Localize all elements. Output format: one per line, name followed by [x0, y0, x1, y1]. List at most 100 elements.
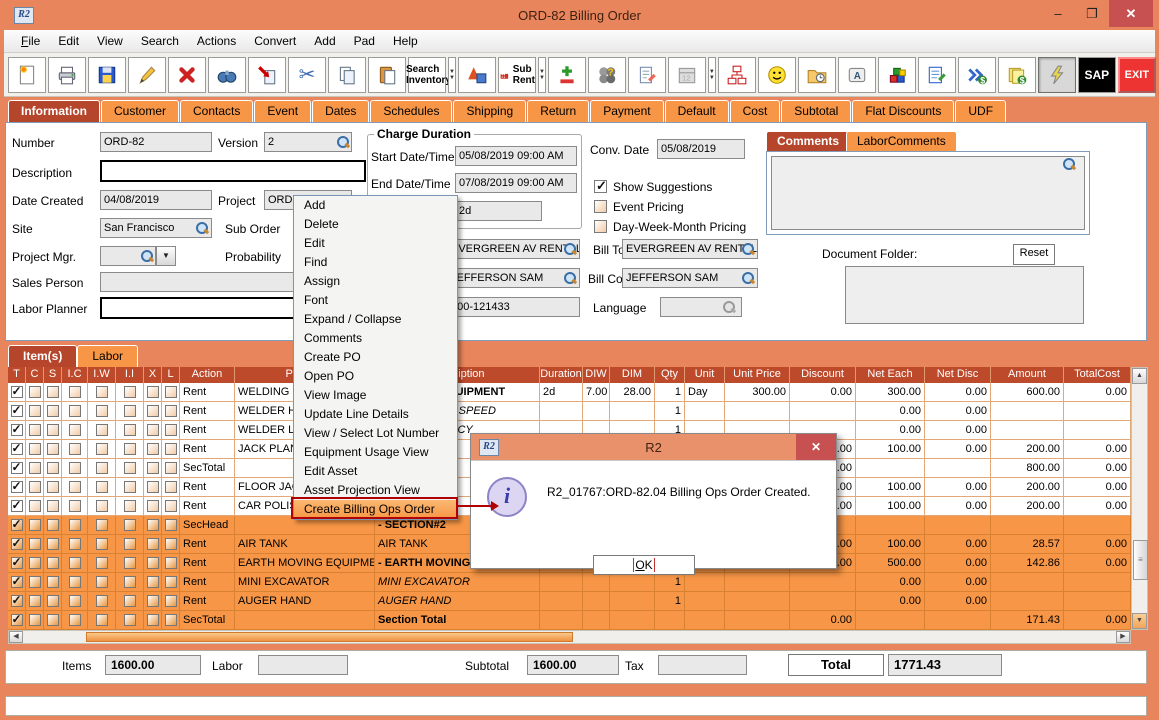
- row-checkbox[interactable]: [11, 405, 23, 417]
- tab-information[interactable]: Information: [8, 100, 100, 122]
- row-checkbox[interactable]: [96, 595, 108, 607]
- row-checkbox[interactable]: [69, 595, 81, 607]
- row-checkbox[interactable]: [165, 424, 177, 436]
- row-checkbox[interactable]: [47, 538, 59, 550]
- tab-flat-discounts[interactable]: Flat Discounts: [852, 100, 954, 122]
- row-checkbox[interactable]: [47, 614, 59, 626]
- item-tab-item-s-[interactable]: Item(s): [8, 345, 77, 368]
- ok-button[interactable]: OK: [593, 555, 695, 575]
- context-menu-item-view-select-lot-number[interactable]: View / Select Lot Number: [294, 424, 457, 443]
- column-header-t[interactable]: T: [8, 367, 26, 383]
- row-checkbox[interactable]: [96, 462, 108, 474]
- end-datetime-field[interactable]: 07/08/2019 09:00 AM: [455, 173, 577, 193]
- scroll-down-icon[interactable]: ▼: [1132, 613, 1147, 629]
- notepad-edit-icon[interactable]: [628, 57, 666, 93]
- column-header-c[interactable]: C: [26, 367, 44, 383]
- row-checkbox[interactable]: [124, 481, 136, 493]
- tab-labor-comments[interactable]: LaborComments: [846, 131, 957, 152]
- context-menu-item-find[interactable]: Find: [294, 253, 457, 272]
- comments-box[interactable]: [771, 156, 1085, 230]
- menu-actions[interactable]: Actions: [188, 32, 245, 50]
- convert-icon[interactable]: [458, 57, 496, 93]
- customer-search-icon[interactable]: [563, 242, 577, 256]
- project-mgr-search-icon[interactable]: [140, 249, 154, 263]
- context-menu-item-delete[interactable]: Delete: [294, 215, 457, 234]
- search-inventory-button[interactable]: SearchInventory: [408, 57, 446, 93]
- column-header-unit-price[interactable]: Unit Price: [725, 367, 790, 383]
- column-header-s[interactable]: S: [44, 367, 62, 383]
- row-checkbox[interactable]: [29, 595, 41, 607]
- checkbox-event-pricing[interactable]: [594, 200, 607, 213]
- row-checkbox[interactable]: [124, 443, 136, 455]
- row-checkbox[interactable]: [69, 481, 81, 493]
- row-checkbox[interactable]: [124, 538, 136, 550]
- sap-button[interactable]: SAP: [1078, 57, 1116, 93]
- row-checkbox[interactable]: [29, 462, 41, 474]
- reset-button[interactable]: Reset: [1013, 244, 1055, 265]
- row-checkbox[interactable]: [147, 595, 159, 607]
- column-header-amount[interactable]: Amount: [991, 367, 1064, 383]
- row-checkbox[interactable]: [96, 614, 108, 626]
- row-checkbox[interactable]: [124, 576, 136, 588]
- column-header-dim[interactable]: DIM: [610, 367, 655, 383]
- row-checkbox[interactable]: [69, 538, 81, 550]
- row-checkbox[interactable]: [147, 462, 159, 474]
- tab-default[interactable]: Default: [665, 100, 729, 122]
- checkbox-day-week-month-pricing[interactable]: [594, 220, 607, 233]
- row-checkbox[interactable]: [147, 500, 159, 512]
- context-menu-item-update-line-details[interactable]: Update Line Details: [294, 405, 457, 424]
- row-checkbox[interactable]: [147, 405, 159, 417]
- row-checkbox[interactable]: [165, 500, 177, 512]
- row-checkbox[interactable]: [29, 614, 41, 626]
- row-checkbox[interactable]: [69, 614, 81, 626]
- row-checkbox[interactable]: [47, 500, 59, 512]
- row-checkbox[interactable]: [47, 519, 59, 531]
- new-document-icon[interactable]: [8, 57, 46, 93]
- row-checkbox[interactable]: [47, 386, 59, 398]
- row-checkbox[interactable]: [147, 386, 159, 398]
- conv-date-field[interactable]: 05/08/2019: [657, 139, 745, 159]
- tab-customer[interactable]: Customer: [101, 100, 179, 122]
- context-menu-item-font[interactable]: Font: [294, 291, 457, 310]
- row-checkbox[interactable]: [69, 443, 81, 455]
- dropdown-arrows-icon[interactable]: ▼▼: [708, 57, 716, 93]
- row-checkbox[interactable]: [165, 576, 177, 588]
- add-remove-icon[interactable]: [548, 57, 586, 93]
- row-checkbox[interactable]: [124, 386, 136, 398]
- paste-icon[interactable]: [368, 57, 406, 93]
- tab-udf[interactable]: UDF: [955, 100, 1006, 122]
- exit-button[interactable]: EXIT: [1118, 57, 1156, 93]
- row-checkbox[interactable]: [11, 538, 23, 550]
- tab-return[interactable]: Return: [527, 100, 589, 122]
- row-checkbox[interactable]: [69, 500, 81, 512]
- customer-field[interactable]: EVERGREEN AV RENTALS: [447, 239, 580, 259]
- menu-convert[interactable]: Convert: [245, 32, 305, 50]
- row-checkbox[interactable]: [124, 462, 136, 474]
- maximize-button[interactable]: ❐: [1075, 0, 1109, 27]
- context-menu-item-view-image[interactable]: View Image: [294, 386, 457, 405]
- context-menu-item-open-po[interactable]: Open PO: [294, 367, 457, 386]
- number-field[interactable]: ORD-82: [100, 132, 212, 152]
- context-menu-item-assign[interactable]: Assign: [294, 272, 457, 291]
- column-header-diw[interactable]: DIW: [583, 367, 610, 383]
- row-checkbox[interactable]: [165, 386, 177, 398]
- tab-event[interactable]: Event: [254, 100, 311, 122]
- tab-schedules[interactable]: Schedules: [370, 100, 452, 122]
- row-checkbox[interactable]: [47, 595, 59, 607]
- row-checkbox[interactable]: [96, 386, 108, 398]
- row-checkbox[interactable]: [29, 519, 41, 531]
- row-checkbox[interactable]: [147, 538, 159, 550]
- context-menu-item-equipment-usage-view[interactable]: Equipment Usage View: [294, 443, 457, 462]
- print-icon[interactable]: [48, 57, 86, 93]
- site-search-icon[interactable]: [195, 221, 209, 235]
- row-checkbox[interactable]: [47, 576, 59, 588]
- start-datetime-field[interactable]: 05/08/2019 09:00 AM: [455, 146, 577, 166]
- row-checkbox[interactable]: [11, 462, 23, 474]
- menu-add[interactable]: Add: [305, 32, 344, 50]
- row-checkbox[interactable]: [11, 519, 23, 531]
- context-menu-item-edit[interactable]: Edit: [294, 234, 457, 253]
- find-binoculars-icon[interactable]: [208, 57, 246, 93]
- context-menu-item-expand-collapse[interactable]: Expand / Collapse: [294, 310, 457, 329]
- bill-to-field[interactable]: EVERGREEN AV RENTALS: [622, 239, 758, 259]
- row-checkbox[interactable]: [96, 519, 108, 531]
